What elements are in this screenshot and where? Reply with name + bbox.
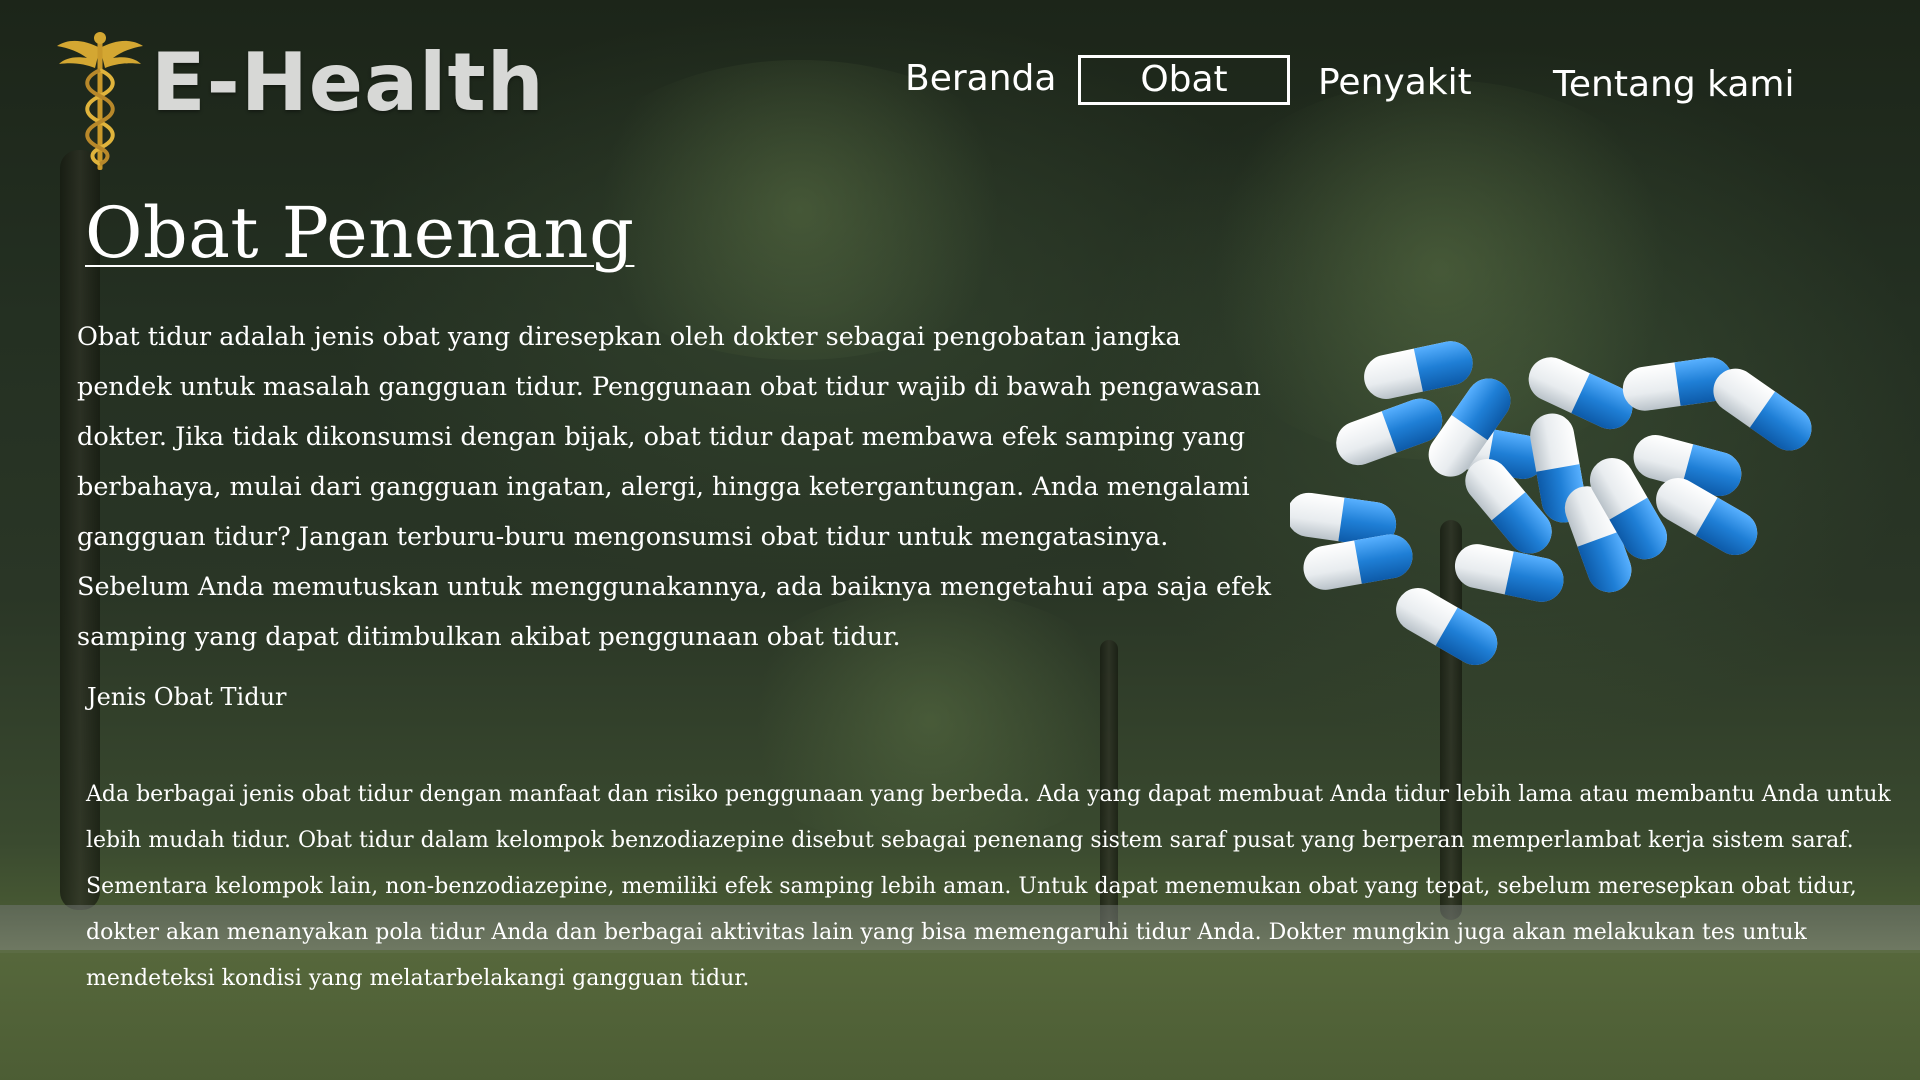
brand-name: E-Health [151, 35, 545, 129]
capsule [1388, 580, 1506, 670]
capsule [1360, 340, 1477, 404]
caduceus-icon [57, 32, 143, 170]
section-heading: Jenis Obat Tidur [87, 683, 287, 711]
capsule [1450, 540, 1568, 606]
capsule [1300, 530, 1416, 594]
capsule-pills-image [1290, 340, 1821, 670]
site-header: E-Health Beranda Obat Penyakit Tentang k… [0, 0, 1920, 170]
nav-item-penyakit[interactable]: Penyakit [1318, 62, 1472, 103]
nav-item-obat[interactable]: Obat [1078, 55, 1290, 105]
page-title: Obat Penenang [85, 192, 635, 274]
intro-paragraph: Obat tidur adalah jenis obat yang direse… [77, 322, 1272, 652]
capsule [1704, 360, 1821, 460]
nav-item-beranda[interactable]: Beranda [905, 58, 1056, 99]
nav-item-tentang-kami[interactable]: Tentang kami [1553, 64, 1794, 105]
body-paragraph: Ada berbagai jenis obat tidur dengan man… [86, 782, 1891, 991]
site-logo[interactable]: E-Health [55, 26, 545, 176]
